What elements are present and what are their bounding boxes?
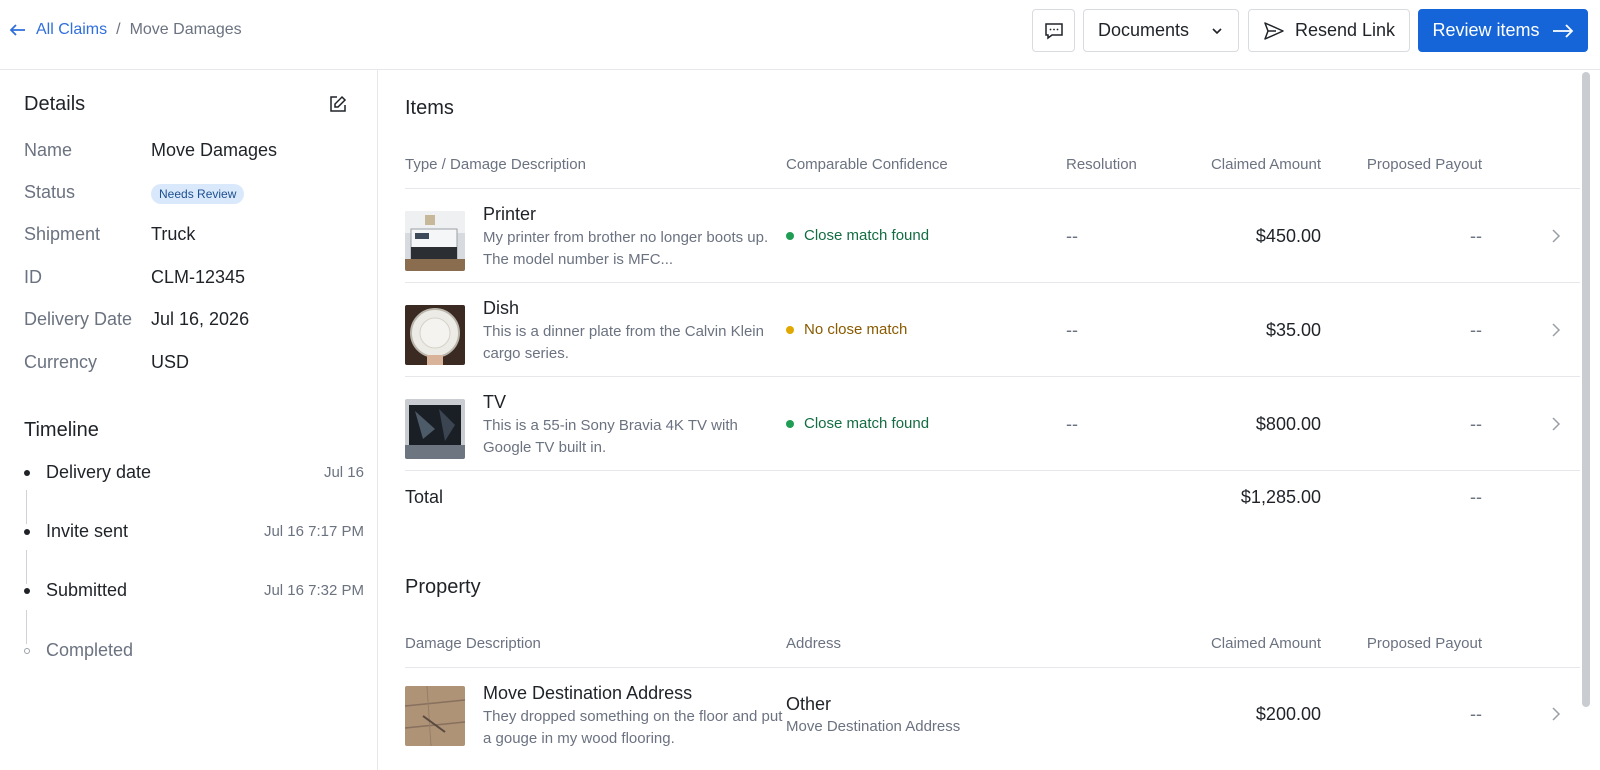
item-description: This is a 55-in Sony Bravia 4K TV with G… bbox=[483, 417, 738, 456]
chevron-down-icon bbox=[1212, 27, 1222, 34]
col-proposed-payout: Proposed Payout bbox=[1366, 156, 1482, 173]
total-claimed: $1,285.00 bbox=[1240, 487, 1321, 507]
total-label: Total bbox=[405, 487, 444, 507]
items-title: Items bbox=[405, 97, 454, 119]
send-icon bbox=[1264, 21, 1284, 40]
proposed-payout: -- bbox=[1470, 226, 1482, 246]
timeline-connector bbox=[26, 550, 27, 584]
property-description: They dropped something on the floor and … bbox=[483, 708, 783, 747]
claimed-amount: $800.00 bbox=[1255, 414, 1321, 434]
proposed-payout: -- bbox=[1470, 320, 1482, 340]
comment-icon bbox=[1044, 22, 1063, 39]
total-payout: -- bbox=[1470, 487, 1482, 507]
timeline-dot-pending bbox=[24, 648, 30, 654]
timeline-connector bbox=[26, 490, 27, 524]
divider bbox=[405, 470, 1580, 471]
comments-button[interactable] bbox=[1032, 9, 1075, 52]
main-scrollbar[interactable] bbox=[1582, 72, 1590, 707]
item-name: Printer bbox=[483, 204, 537, 224]
resolution-value: -- bbox=[1066, 414, 1078, 434]
item-name: Dish bbox=[483, 298, 520, 318]
top-bar: All Claims / Move Damages Documents Rese… bbox=[0, 0, 1600, 70]
all-claims-link[interactable]: All Claims bbox=[36, 21, 107, 39]
proposed-payout: -- bbox=[1470, 414, 1482, 434]
resend-label: Resend Link bbox=[1294, 20, 1396, 40]
claimed-amount: $200.00 bbox=[1255, 704, 1321, 724]
resolution-value: -- bbox=[1066, 226, 1078, 246]
col-proposed-payout: Proposed Payout bbox=[1366, 635, 1482, 652]
review-label: Review items bbox=[1432, 20, 1540, 40]
divider bbox=[405, 282, 1580, 283]
divider bbox=[405, 188, 1580, 189]
breadcrumb-separator: / bbox=[116, 21, 121, 38]
property-title: Property bbox=[405, 576, 481, 598]
claimed-amount: $35.00 bbox=[1265, 320, 1321, 340]
address-detail: Move Destination Address bbox=[786, 718, 961, 735]
status-badge: Needs Review bbox=[151, 184, 245, 204]
resend-link-button[interactable]: Resend Link bbox=[1248, 9, 1410, 52]
property-photo-floor bbox=[405, 686, 465, 746]
documents-label: Documents bbox=[1098, 20, 1190, 40]
col-resolution: Resolution bbox=[1066, 156, 1137, 173]
confidence-status: No close match bbox=[786, 321, 907, 338]
arrow-right-icon bbox=[1552, 23, 1573, 38]
col-claimed-amount: Claimed Amount bbox=[1210, 635, 1321, 652]
confidence-status: Close match found bbox=[786, 227, 929, 244]
edit-icon[interactable] bbox=[329, 95, 347, 113]
timeline-dot bbox=[24, 529, 30, 535]
chevron-right-icon[interactable] bbox=[1550, 706, 1562, 722]
item-description: My printer from brother no longer boots … bbox=[483, 229, 769, 268]
col-confidence: Comparable Confidence bbox=[786, 156, 948, 173]
main-content: Items Type / Damage Description Comparab… bbox=[378, 70, 1580, 770]
resolution-value: -- bbox=[1066, 320, 1078, 340]
item-photo-tv bbox=[405, 399, 465, 459]
chevron-right-icon[interactable] bbox=[1550, 322, 1562, 338]
address-type: Other bbox=[786, 694, 832, 714]
item-description: This is a dinner plate from the Calvin K… bbox=[483, 323, 764, 362]
confidence-status: Close match found bbox=[786, 415, 929, 432]
timeline-dot bbox=[24, 588, 30, 594]
timeline-dot bbox=[24, 470, 30, 476]
timeline-title: Timeline bbox=[24, 419, 99, 441]
divider bbox=[405, 667, 1580, 668]
review-items-button[interactable]: Review items bbox=[1418, 9, 1588, 52]
status-dot-amber bbox=[786, 325, 794, 334]
status-dot-green bbox=[786, 419, 794, 428]
property-name: Move Destination Address bbox=[483, 683, 693, 703]
proposed-payout: -- bbox=[1470, 704, 1482, 724]
breadcrumb-current: Move Damages bbox=[129, 21, 242, 38]
breadcrumb: All Claims / Move Damages bbox=[8, 20, 242, 40]
col-type-description: Type / Damage Description bbox=[405, 156, 586, 173]
col-claimed-amount: Claimed Amount bbox=[1210, 156, 1321, 173]
item-photo-dish bbox=[405, 305, 465, 365]
details-title: Details bbox=[24, 93, 86, 115]
col-address: Address bbox=[786, 635, 842, 652]
claimed-amount: $450.00 bbox=[1255, 226, 1321, 246]
status-dot-green bbox=[786, 231, 794, 240]
arrow-left-icon[interactable] bbox=[8, 20, 28, 40]
item-photo-printer bbox=[405, 211, 465, 271]
timeline-connector bbox=[26, 610, 27, 644]
chevron-right-icon[interactable] bbox=[1550, 228, 1562, 244]
col-damage-description: Damage Description bbox=[405, 635, 541, 652]
item-name: TV bbox=[483, 392, 507, 412]
chevron-right-icon[interactable] bbox=[1550, 416, 1562, 432]
documents-dropdown[interactable]: Documents bbox=[1083, 9, 1239, 52]
divider bbox=[405, 376, 1580, 377]
